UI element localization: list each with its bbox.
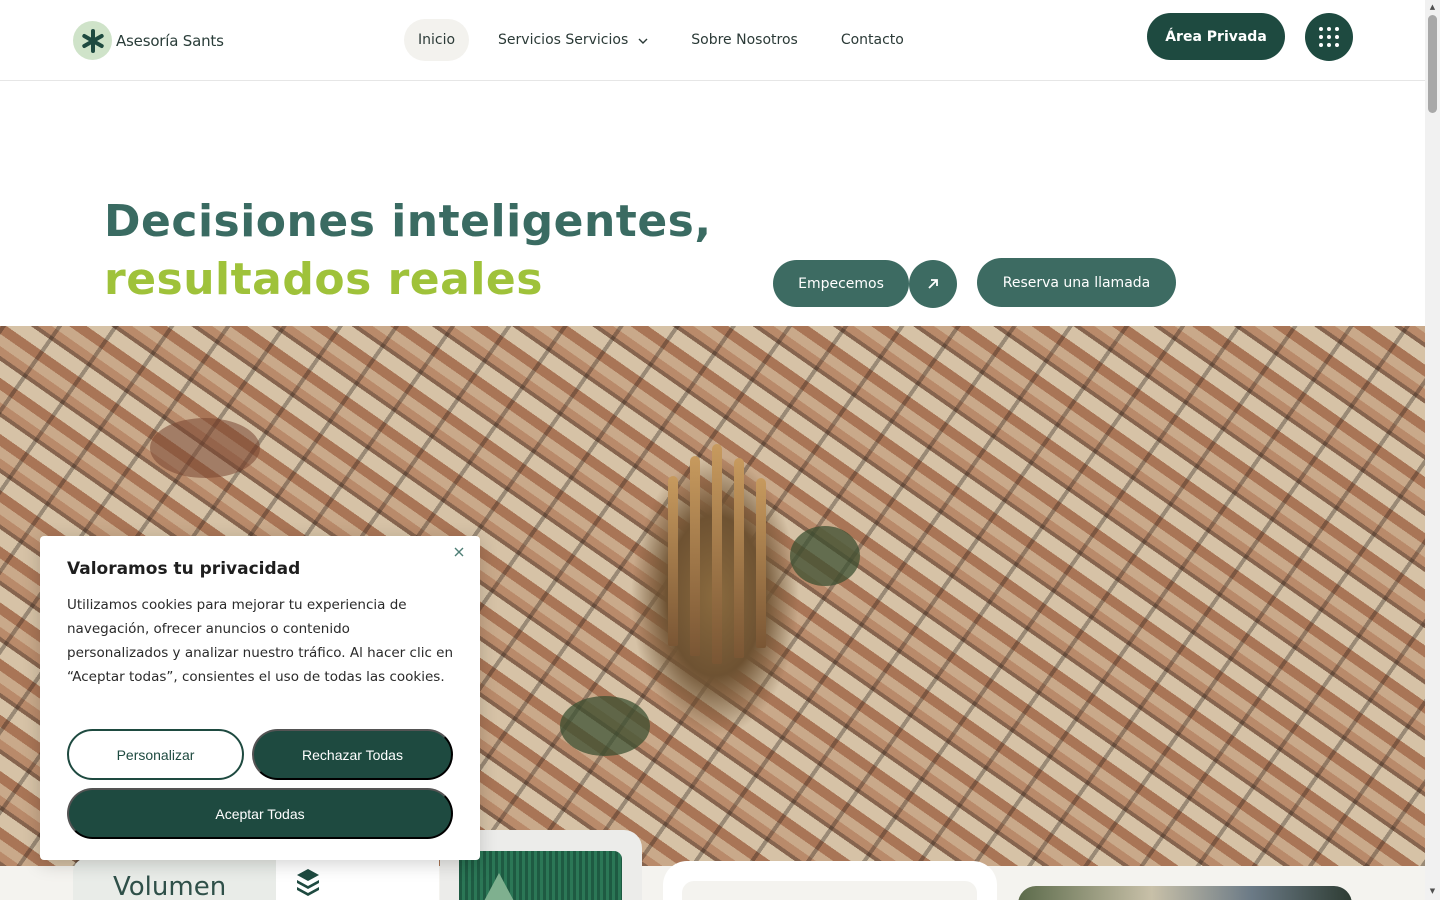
- asterisk-logo-icon: [73, 21, 112, 60]
- nav-item-servicios-label: Servicios Servicios: [498, 32, 629, 48]
- cookie-consent-dialog: Valoramos tu privacidad Utilizamos cooki…: [40, 536, 480, 860]
- scrollbar-thumb[interactable]: [1428, 15, 1437, 113]
- feature-card-graphic: [459, 851, 622, 900]
- cookie-title: Valoramos tu privacidad: [67, 559, 301, 579]
- hero-title-line-1: Decisiones inteligentes,: [104, 196, 712, 247]
- book-call-button[interactable]: Reserva una llamada: [977, 258, 1176, 307]
- nav-item-contacto[interactable]: Contacto: [827, 19, 918, 61]
- arrow-up-right-icon[interactable]: [909, 260, 957, 308]
- info-card-inner: [682, 881, 977, 900]
- reject-all-button[interactable]: Rechazar Todas: [252, 729, 453, 780]
- site-header: Asesoría Sants Inicio Servicios Servicio…: [0, 0, 1425, 81]
- nav-item-servicios[interactable]: Servicios Servicios: [484, 19, 662, 61]
- main-nav: Inicio Servicios Servicios Sobre Nosotro…: [404, 19, 933, 61]
- page-scrollbar[interactable]: ▲ ▼: [1425, 0, 1440, 900]
- cathedral-spire: [668, 476, 678, 646]
- grid-dots-icon[interactable]: [1305, 13, 1353, 61]
- nav-item-inicio[interactable]: Inicio: [404, 19, 470, 61]
- scroll-up-arrow-icon[interactable]: ▲: [1428, 2, 1437, 12]
- cathedral-spire: [690, 456, 700, 656]
- close-icon[interactable]: [452, 546, 466, 560]
- logo-text: Asesoría Sants: [116, 31, 224, 50]
- park-shape: [790, 526, 860, 586]
- cookie-description: Utilizamos cookies para mejorar tu exper…: [67, 597, 454, 685]
- cathedral-spire: [734, 458, 744, 658]
- customize-button[interactable]: Personalizar: [67, 729, 244, 780]
- park-shape: [560, 696, 650, 756]
- private-area-button[interactable]: Área Privada: [1147, 13, 1285, 60]
- nav-item-sobre-nosotros[interactable]: Sobre Nosotros: [677, 19, 812, 61]
- photo-card: [1018, 886, 1352, 900]
- start-button[interactable]: Empecemos: [773, 260, 909, 307]
- cathedral-spire: [712, 444, 722, 664]
- hero-title-line-2: resultados reales: [104, 254, 543, 305]
- site-logo[interactable]: Asesoría Sants: [73, 21, 224, 60]
- scroll-down-arrow-icon[interactable]: ▼: [1428, 886, 1437, 896]
- volume-card-title: Volumen: [113, 872, 227, 900]
- chevron-down-icon: [638, 32, 648, 48]
- cathedral-spire: [756, 478, 766, 648]
- hero-title: Decisiones inteligentes, resultados real…: [104, 193, 712, 309]
- accept-all-button[interactable]: Aceptar Todas: [67, 788, 453, 839]
- layers-icon: [296, 868, 320, 900]
- bullring-shape: [150, 418, 260, 478]
- triangle-shape: [483, 873, 515, 900]
